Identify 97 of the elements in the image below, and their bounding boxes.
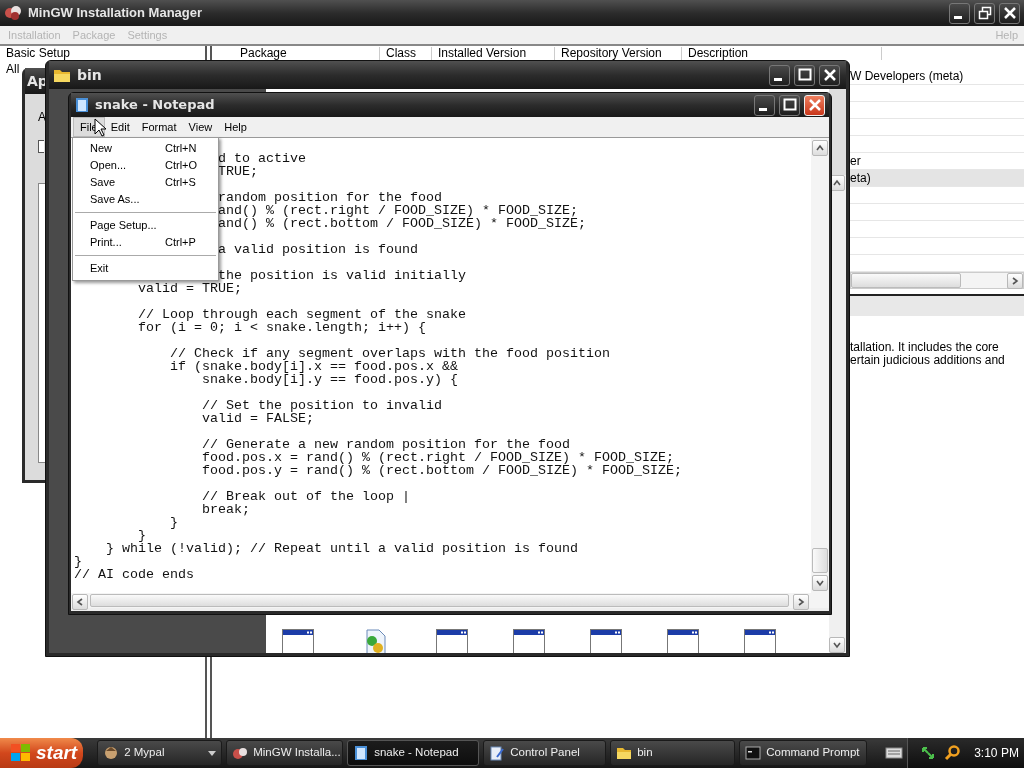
code-line: and() % (rect.bottom / FOOD_SIZE) * FOOD_SIZE; [217,216,586,231]
menu-item[interactable]: New Ctrl+N [73,140,218,157]
keyboard-icon [885,746,904,760]
start-button[interactable]: start [0,738,84,768]
code-line: d to active [217,151,306,166]
window-icon[interactable] [513,629,545,653]
taskbar-button[interactable]: Control Panel [483,740,607,766]
scroll-left-button[interactable] [72,594,88,610]
scroll-right-button[interactable] [793,594,809,610]
code-line: } [74,554,82,569]
table-cell: eta) [850,171,871,185]
clock: 3:10 PM [974,745,1019,762]
menu-item[interactable]: Exit [73,260,218,277]
sidebar-item[interactable]: All [0,63,26,76]
console-icon [745,745,762,761]
close-button[interactable] [819,64,840,86]
minimize-button[interactable] [949,2,970,24]
scroll-thumb[interactable] [851,273,961,288]
window-title: snake - Notepad [95,96,215,115]
taskbar-button[interactable]: bin [610,740,736,766]
checkbox[interactable] [38,140,44,153]
sidebar-item[interactable]: Basic Setup [0,47,77,60]
folder-icon [616,745,633,761]
menu-item[interactable]: Format [135,118,183,136]
minimize-button[interactable] [769,64,790,86]
minimize-button[interactable] [754,94,775,116]
code-line: // Check if any segment overlaps with the food position [170,346,610,361]
menu-item[interactable]: Open... Ctrl+O [73,157,218,174]
code-line: } [138,528,146,543]
taskbar-button[interactable]: Command Prompt [739,740,868,766]
code-line: food.pos.y = rand() % (rect.bottom / FOOD_SIZE) * FOOD_SIZE; [202,463,682,478]
window-icon[interactable] [590,629,622,653]
window-icon[interactable] [667,629,699,653]
code-line: break; [202,502,250,517]
maximize-button[interactable] [779,94,800,116]
code-line: food.pos.x = rand() % (rect.right / FOOD_SIZE) * FOOD_SIZE; [202,450,674,465]
window-icon[interactable] [436,629,468,653]
program-group-icon [103,745,120,761]
code-line: for (i = 0; i < snake.length; i++) { [138,320,426,335]
code-line: TRUE; [217,164,258,179]
window-icon[interactable] [282,629,314,653]
description-text: tallation. It includes the core [850,341,999,354]
window-title: MinGW Installation Manager [28,4,203,23]
minimize-icon [758,107,767,111]
notepad-icon [75,97,89,113]
code-line: // Loop through each segment of the snake [138,307,466,322]
description-text: ertain judicious additions and [850,354,1005,367]
taskbar-button[interactable]: MinGW Installa... [226,740,344,766]
document-icon [489,745,506,761]
caret-icon [208,750,217,756]
scroll-right-button[interactable] [1007,273,1023,289]
window-title: bin [77,65,102,85]
horizontal-scrollbar[interactable] [850,272,1024,289]
menu-item[interactable]: View [182,118,219,136]
taskbar-button[interactable]: 2 Mypal [97,740,223,766]
network-icon [920,745,937,761]
scroll-up-button[interactable] [812,140,828,156]
code-line: if (snake.body[i].x == food.pos.x && [170,359,458,374]
maximize-button[interactable] [794,64,815,86]
code-line: snake.body[i].y == food.pos.y) { [202,372,458,387]
window-icon[interactable] [744,629,776,653]
menu-item[interactable]: Page Setup... [73,217,218,234]
scroll-thumb[interactable] [90,594,789,607]
code-line: // Generate a new random position for the food [202,437,570,452]
menu-item[interactable]: Print... Ctrl+P [73,234,218,251]
code-line: the position is valid initially [217,268,466,283]
code-line: } [170,515,178,530]
form-label: A [38,109,46,126]
minimize-icon [773,77,782,81]
table-cell: W Developers (meta) [850,69,964,83]
menu-item[interactable]: Edit [104,118,136,136]
scroll-down-button[interactable] [812,575,828,591]
app-icon [4,4,22,22]
code-line: valid = FALSE; [202,411,314,426]
menu-item[interactable]: Help [218,118,253,136]
code-line: // AI code ends [74,567,194,582]
code-line: a valid position is found [217,242,418,257]
table-cell: er [850,154,861,168]
scroll-down-button[interactable] [829,637,845,653]
scroll-thumb[interactable] [812,548,828,573]
code-line: valid = TRUE; [138,281,242,296]
menu-item[interactable]: Save As... [73,191,218,208]
flag-icon [10,743,32,763]
code-line: and() % (rect.right / FOOD_SIZE) * FOOD_SIZE; [217,203,578,218]
restore-button[interactable] [974,2,995,24]
minimize-icon [953,15,962,19]
folder-icon [53,67,71,83]
code-line: } while (!valid); // Repeat until a valid position is found [106,541,578,556]
close-button[interactable] [999,2,1020,24]
taskbar-button[interactable]: snake - Notepad [347,740,480,766]
code-line: // Break out of the loop | [202,489,410,504]
code-line: random position for the food [217,190,442,205]
menu-item[interactable]: Save Ctrl+S [73,174,218,191]
search-icon [944,745,961,761]
code-line: // Set the position to invalid [202,398,442,413]
notepad-icon [353,745,370,761]
app-icon [232,745,249,761]
